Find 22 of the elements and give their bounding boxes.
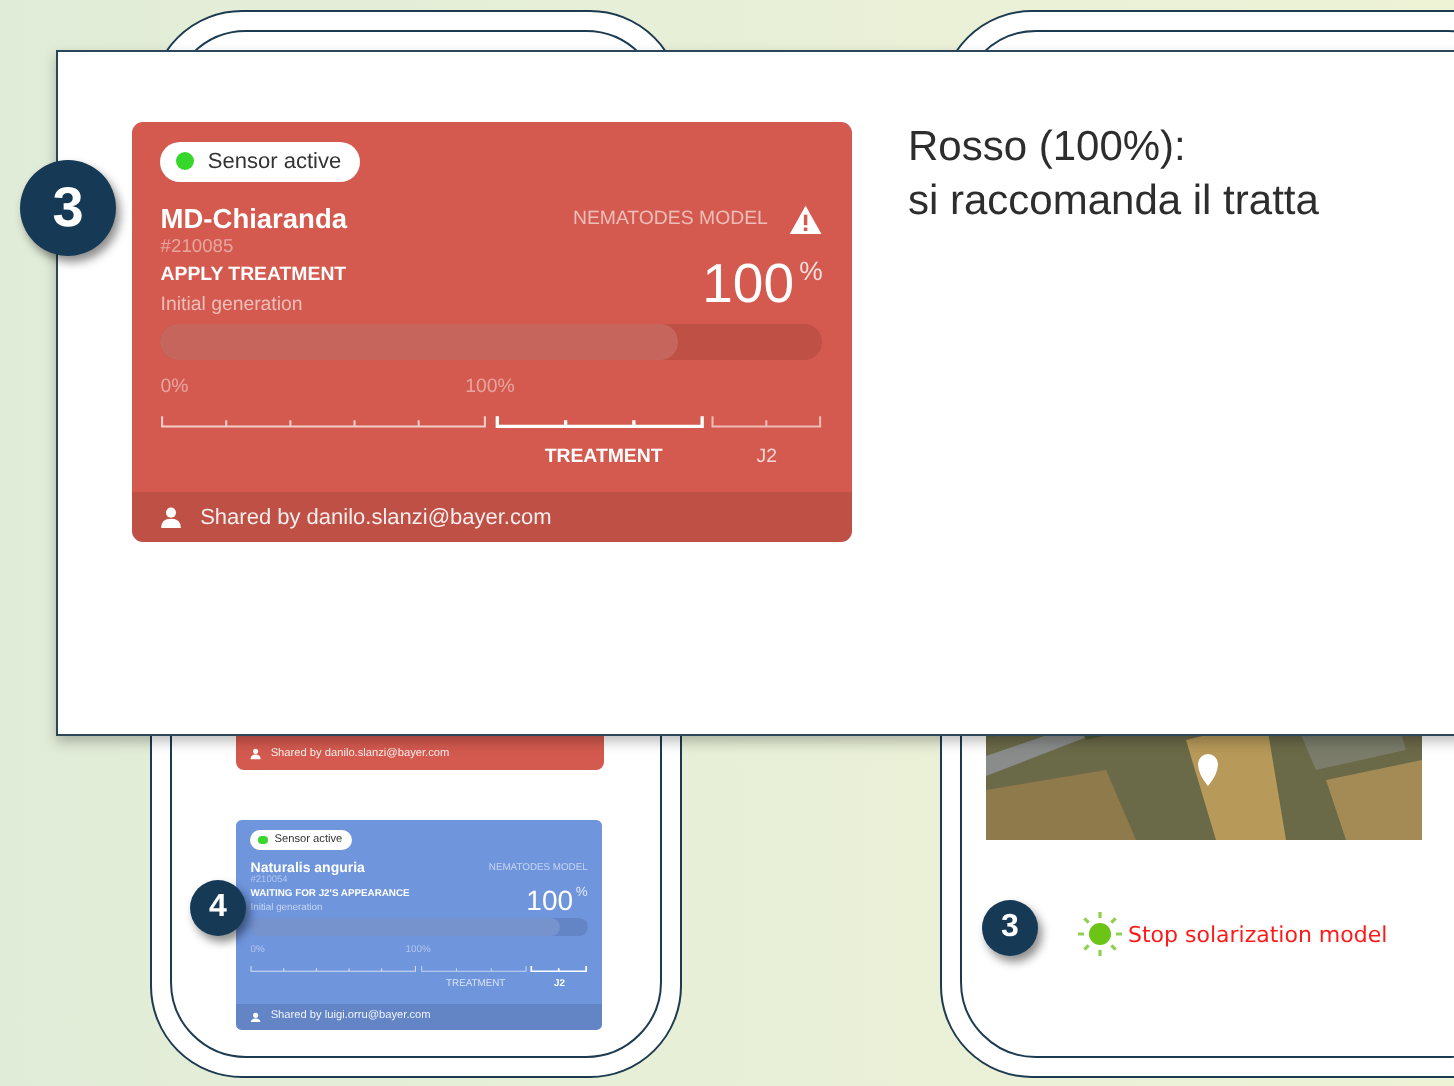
percent-value: 100 (702, 256, 795, 312)
caption-text: Rosso (100%): (908, 124, 1188, 172)
stage-label: Initial generation (160, 293, 305, 316)
model-label: NEMATODES MODEL (572, 208, 768, 231)
status-label: APPLY TREATMENT (160, 263, 347, 286)
caption-text: si raccomanda il tratta (908, 178, 1319, 226)
scale-label: 100% (465, 376, 515, 399)
user-icon (160, 506, 183, 529)
percent-unit: % (799, 256, 823, 287)
percent-value: 100 (526, 886, 574, 914)
phase-label: TREATMENT (544, 445, 663, 468)
field-id: #210085 (160, 236, 236, 257)
field-name: MD-Chiaranda (160, 204, 347, 235)
step-badge: 3 (20, 160, 116, 256)
model-status-text: Stop solarization model (1128, 921, 1388, 947)
sensor-status-label: Sensor active (207, 149, 342, 174)
shared-by-text: Shared by danilo.slanzi@bayer.com (200, 505, 552, 530)
scale-label: 0% (160, 376, 189, 399)
sun-icon (1076, 910, 1124, 958)
user-icon (250, 748, 262, 760)
phase-label: J2 (756, 445, 777, 468)
user-icon (250, 1011, 262, 1023)
